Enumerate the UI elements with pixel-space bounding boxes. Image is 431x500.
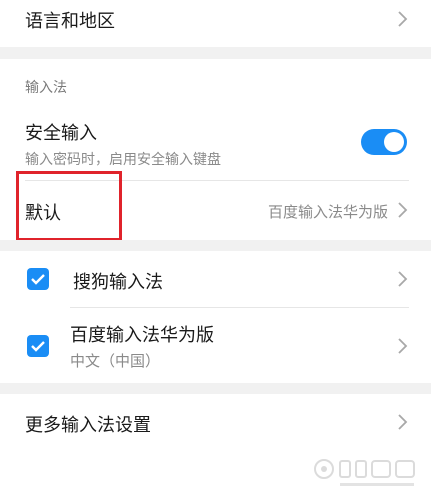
section-separator [0,383,431,394]
ime-checkbox[interactable] [27,335,49,357]
ime-name: 搜狗输入法 [73,272,163,293]
chevron-right-icon [398,202,408,218]
highlight-box [16,171,122,241]
default-ime-value: 百度输入法华为版 [267,203,388,221]
language-region-label: 语言和地区 [25,11,115,32]
language-region-row[interactable]: 语言和地区 [0,0,431,47]
section-separator [0,47,431,59]
section-separator [0,240,431,251]
watermark-logo [314,459,415,486]
check-icon [31,341,45,352]
chevron-right-icon [398,271,408,287]
more-ime-settings-label: 更多输入法设置 [25,415,151,436]
ime-list-item-sogou[interactable]: 搜狗输入法 [0,251,431,307]
chevron-right-icon [398,338,408,354]
ime-name: 百度输入法华为版 [70,325,214,346]
secure-input-toggle[interactable] [361,129,407,155]
chevron-right-icon [398,414,408,430]
toggle-knob [384,132,404,152]
ime-checkbox[interactable] [27,268,49,290]
ime-locale: 中文（中国） [70,352,161,370]
secure-input-label: 安全输入 [25,123,97,144]
secure-input-description: 输入密码时，启用安全输入键盘 [25,152,221,168]
ime-list-item-baidu[interactable]: 百度输入法华为版 中文（中国） [0,308,431,383]
check-icon [31,274,45,285]
ime-section-header: 输入法 [25,80,67,96]
chevron-right-icon [398,11,408,27]
